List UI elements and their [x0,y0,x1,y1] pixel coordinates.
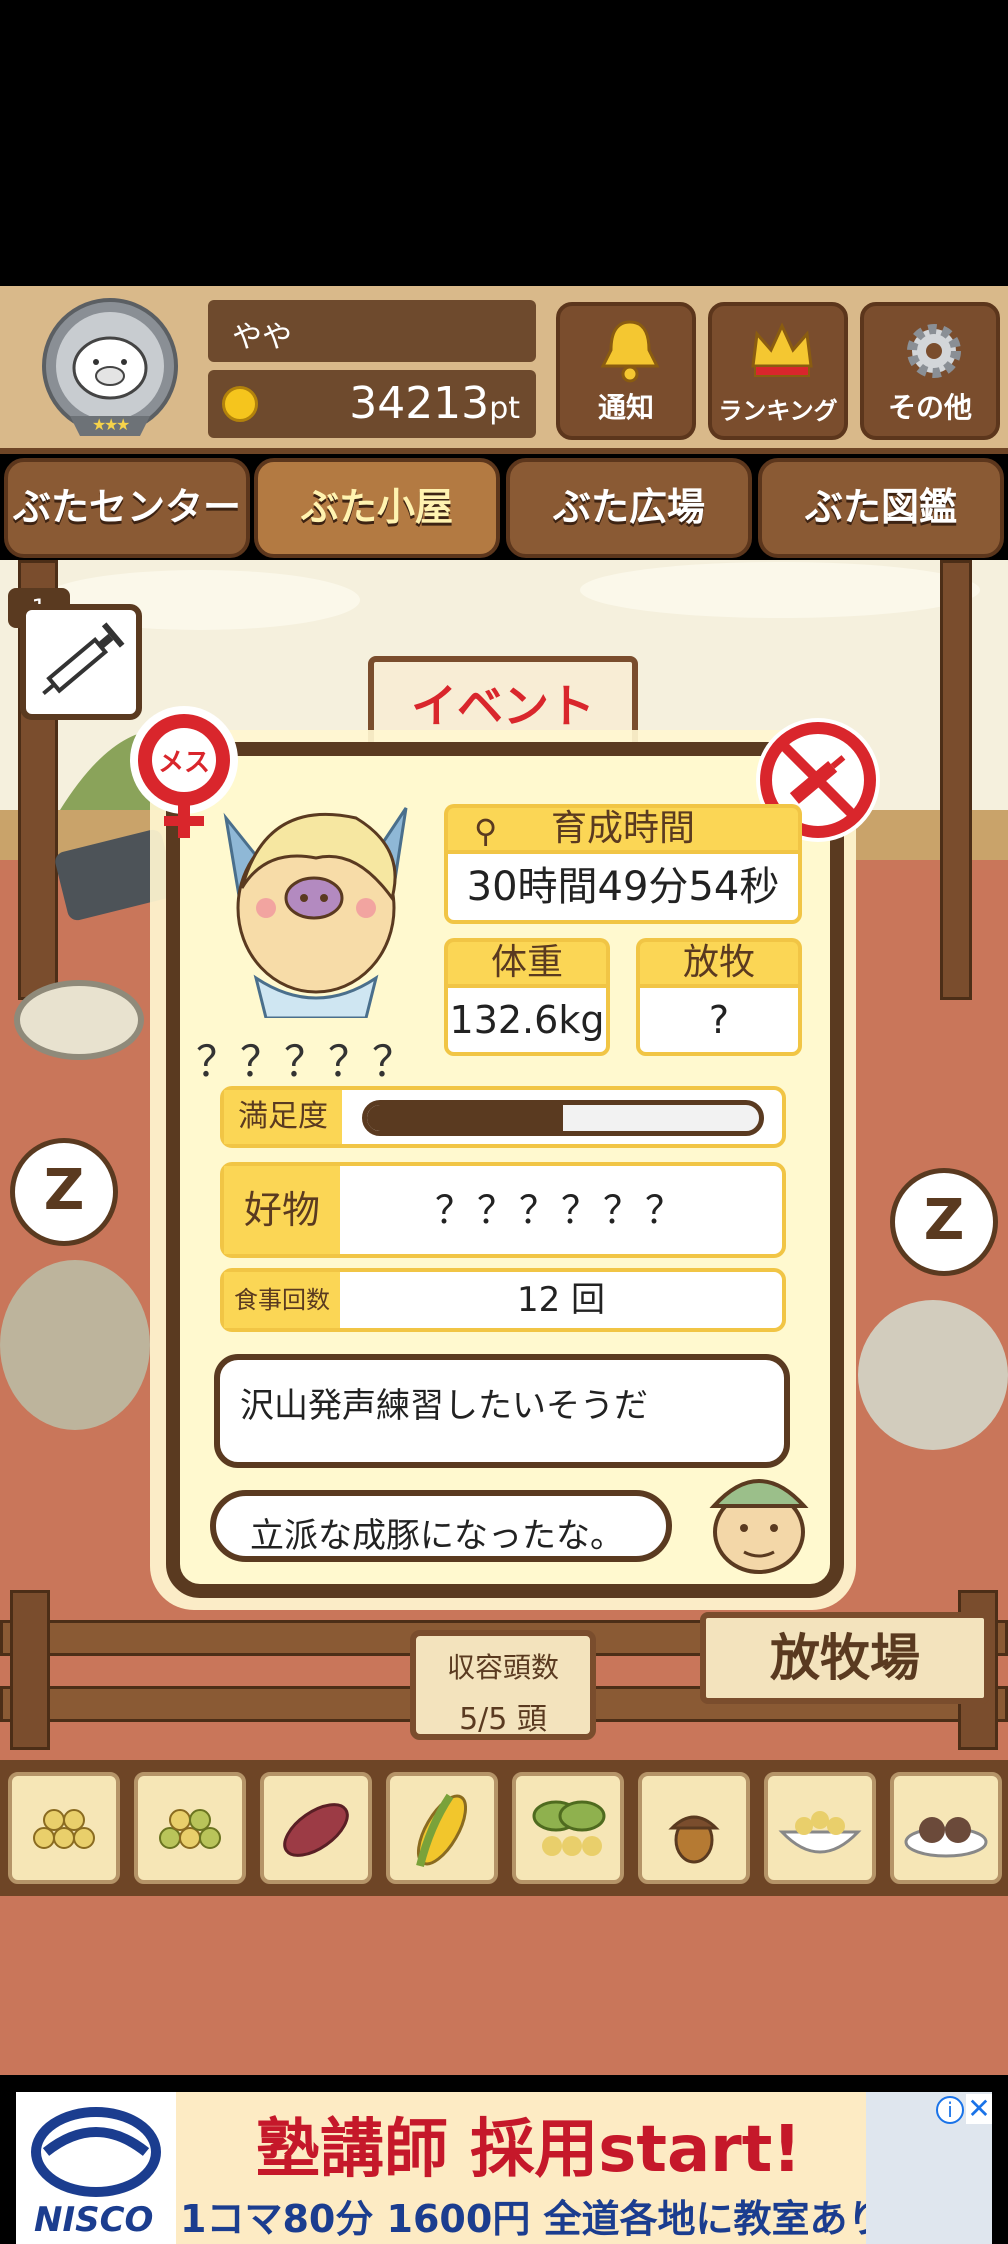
tab-buta-zukan[interactable]: ぶた図鑑 [758,458,1004,558]
grazing-label: 放牧 [636,938,802,988]
ad-close-icon[interactable]: ✕ [966,2094,992,2124]
sleep-bubble-left: Z [10,1138,118,1246]
meals-label: 食事回数 [224,1272,340,1328]
pig-portrait [206,788,426,1020]
food-slot-7[interactable] [764,1772,876,1884]
capacity-value: 5/5 頭 [459,1702,547,1737]
player-name: やや [208,300,536,362]
weight-label: 体重 [444,938,610,988]
meals-value: 12 回 [516,1280,606,1320]
food-slot-3[interactable] [260,1772,372,1884]
gear-icon [907,324,961,378]
player-rank-badge[interactable]: ★ ★ ★ [30,296,190,444]
pig-sleeping-right[interactable] [858,1300,1008,1450]
food-bowl-icon [14,980,144,1060]
wooden-pillar [880,560,990,1000]
ad-subline: 1コマ80分 1600円 全道各地に教室あり [180,2197,886,2241]
ad-info-icon[interactable]: i [936,2096,964,2124]
syringe-item-button[interactable] [20,604,142,720]
meals-row: 食事回数 12 回 [220,1268,786,1332]
satisfaction-label: 満足度 [224,1090,342,1144]
points-value: 34213 [349,378,490,429]
tab-buta-koya[interactable]: ぶた小屋 [254,458,500,558]
satisfaction-bar [362,1100,764,1136]
crown-icon [751,322,813,377]
capacity-sign: 収容頭数 5/5 頭 [410,1630,596,1740]
food-slot-2[interactable] [134,1772,246,1884]
nisco-logo: NISCO [16,2092,176,2244]
other-label: その他 [887,391,972,424]
pig-name: ？？？？？ [196,1037,417,1086]
svg-text:★: ★ [116,415,130,434]
stopwatch-icon: ⚲ [474,812,498,850]
favorite-label: 好物 [224,1166,340,1254]
beans-icon [33,1809,95,1849]
ad-headline: 塾講師 採用start! [256,2113,802,2187]
food-slot-6[interactable] [638,1772,750,1884]
bowl-food-icon [778,1811,862,1854]
food-slot-5[interactable] [512,1772,624,1884]
grazing-value: ? [636,984,802,1056]
farmer-avatar [704,1456,814,1576]
weight-value: 132.6kg [444,984,610,1056]
points-unit: pt [489,391,520,426]
growth-time-label: 育成時間 [550,808,695,849]
food-slot-8[interactable] [890,1772,1002,1884]
ad-body: 塾講師 採用start! 1コマ80分 1600円 全道各地に教室あり [176,2092,886,2244]
favorite-value: ？？？？？？ [434,1188,687,1232]
ranking-label: ランキング [718,397,838,425]
acorn-icon [668,1815,720,1864]
tab-buta-center[interactable]: ぶたセンター [4,458,250,558]
farmer-speech-bubble: 立派な成豚になったな。 [210,1490,672,1562]
food-slot-4[interactable] [386,1772,498,1884]
growth-time-header: ⚲ 育成時間 [444,804,802,854]
other-button[interactable]: その他 [860,302,1000,440]
food-slot-1[interactable] [8,1772,120,1884]
corn-icon [416,1793,468,1867]
meatballs-icon [904,1817,988,1858]
pig-sleeping-left[interactable] [0,1260,150,1430]
points-display: 34213pt [208,370,536,438]
green-beans-icon [159,1809,221,1849]
bell-icon [600,320,660,383]
advertisement-banner[interactable]: NISCO 塾講師 採用start! 1コマ80分 1600円 全道各地に教室あ… [16,2092,992,2244]
gender-label: メス [157,748,210,778]
sleep-bubble-right: Z [890,1168,998,1276]
ad-brand: NISCO [34,2200,154,2240]
ranking-button[interactable]: ランキング [708,302,848,440]
syringe-icon [42,622,125,696]
notification-button[interactable]: 通知 [556,302,696,440]
vegetables-icon [532,1800,606,1856]
capacity-title: 収容頭数 [446,1651,559,1684]
coin-icon [222,386,258,422]
tab-buta-hiroba[interactable]: ぶた広場 [506,458,752,558]
satisfaction-fill [367,1105,563,1131]
growth-time-value: 30時間49分54秒 [444,850,802,924]
sweet-potato-icon [283,1803,349,1857]
pig-wish-bubble: 沢山発声練習したいそうだ [214,1354,790,1468]
pasture-sign-button[interactable]: 放牧場 [700,1612,990,1704]
favorite-row: 好物 ？？？？？？ [220,1162,786,1258]
notification-label: 通知 [597,391,654,424]
satisfaction-row: 満足度 [220,1086,786,1148]
